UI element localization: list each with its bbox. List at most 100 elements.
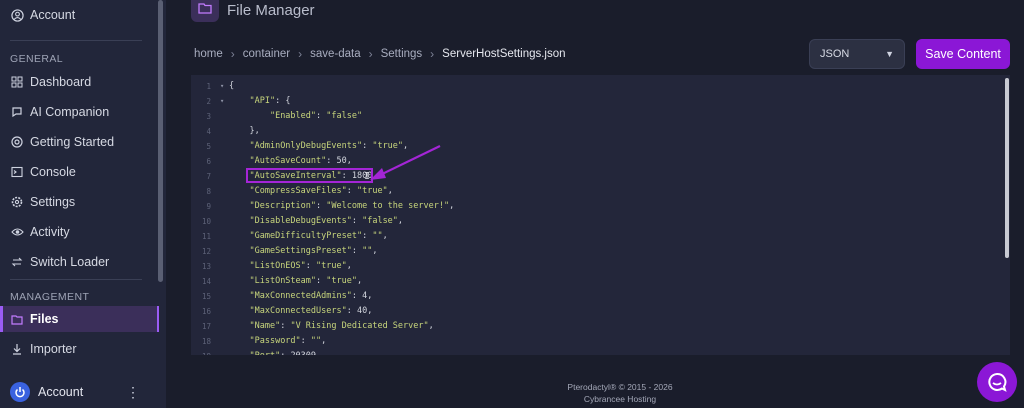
chevron-down-icon: ▼	[885, 49, 894, 59]
chat-support-button[interactable]	[977, 362, 1017, 402]
code-text: "Description": "Welcome to the server!",	[249, 201, 455, 211]
code-text: "GameSettingsPreset": "",	[249, 246, 378, 256]
breadcrumb-item[interactable]: save-data	[310, 48, 361, 60]
code-line[interactable]: 10 "DisableDebugEvents": "false",	[191, 214, 1010, 229]
sidebar-item-label: Getting Started	[30, 135, 115, 149]
mode-select-value: JSON	[820, 48, 850, 60]
footer-copyright: Pterodactyl® © 2015 - 2026	[567, 382, 673, 392]
code-line[interactable]: 2 ▾ "API": {	[191, 94, 1010, 109]
code-line[interactable]: 18 "Password": "",	[191, 334, 1010, 349]
sidebar-divider	[10, 279, 142, 280]
breadcrumb-item[interactable]: container	[243, 48, 290, 60]
code-line[interactable]: 5 "AdminOnlyDebugEvents": "true",	[191, 139, 1010, 154]
code-line[interactable]: 15 "MaxConnectedAdmins": 4,	[191, 289, 1010, 304]
code-line[interactable]: 14 "ListOnSteam": "true",	[191, 274, 1010, 289]
footer: Pterodactyl® © 2015 - 2026 Cybrancee Hos…	[540, 381, 700, 405]
chevron-right-icon: ›	[298, 47, 303, 61]
sidebar-item-label: Activity	[30, 225, 70, 239]
code-line[interactable]: 17 "Name": "V Rising Dedicated Server",	[191, 319, 1010, 334]
code-line[interactable]: 11 "GameDifficultyPreset": "",	[191, 229, 1010, 244]
code-text: "Name": "V Rising Dedicated Server",	[249, 321, 434, 331]
sidebar-scrollbar[interactable]	[158, 0, 163, 282]
line-number: 1	[206, 82, 211, 91]
breadcrumb-item[interactable]: Settings	[381, 48, 423, 60]
sidebar-item-getting-started[interactable]: Getting Started	[10, 131, 114, 153]
line-number: 13	[201, 262, 211, 271]
line-number: 4	[206, 127, 211, 136]
footer-host: Cybrancee Hosting	[583, 394, 657, 404]
sidebar-item-label: Console	[30, 165, 76, 179]
code-text: },	[229, 126, 260, 136]
code-line[interactable]: 16 "MaxConnectedUsers": 40,	[191, 304, 1010, 319]
annotation-arrow-icon	[370, 145, 441, 180]
code-text: "GameDifficultyPreset": "",	[249, 231, 388, 241]
sidebar-item-label: Importer	[30, 342, 77, 356]
fold-toggle-icon[interactable]: ▾	[220, 94, 224, 109]
download-icon	[10, 342, 24, 356]
lifebuoy-icon	[10, 135, 24, 149]
line-number: 2	[206, 97, 211, 106]
line-number: 5	[206, 142, 211, 151]
sidebar-item-importer[interactable]: Importer	[10, 338, 77, 360]
line-number: 6	[206, 157, 211, 166]
grid-icon	[10, 75, 24, 89]
sidebar-item-label: Dashboard	[30, 75, 92, 89]
code-line[interactable]: 9 "Description": "Welcome to the server!…	[191, 199, 1010, 214]
sidebar-item-label: Settings	[30, 195, 76, 209]
line-number: 17	[201, 322, 211, 331]
breadcrumb-item[interactable]: home	[194, 48, 223, 60]
account-menu[interactable]: Account	[10, 381, 83, 403]
code-line[interactable]: 6 "AutoSaveCount": 50,	[191, 154, 1010, 169]
code-text: "ListOnEOS": "true",	[249, 261, 352, 271]
chevron-right-icon: ›	[430, 47, 435, 61]
code-line[interactable]: 8 "CompressSaveFiles": "true",	[191, 184, 1010, 199]
code-text: "API": {	[249, 96, 291, 106]
sidebar-item-settings[interactable]: Settings	[10, 191, 75, 213]
code-text: "Enabled": "false"	[269, 111, 363, 121]
save-content-button[interactable]: Save Content	[916, 39, 1010, 69]
sidebar-item-switch-loader[interactable]: Switch Loader	[10, 251, 109, 273]
code-text: "Password": "",	[249, 336, 327, 346]
eye-icon	[10, 225, 24, 239]
line-number: 8	[206, 187, 211, 196]
line-number: 12	[201, 247, 211, 256]
kebab-menu-icon[interactable]: ⋮	[126, 384, 140, 401]
sidebar-item-dashboard[interactable]: Dashboard	[10, 71, 91, 93]
sidebar-item-account-top[interactable]: Account	[10, 4, 75, 26]
code-line[interactable]: 3 "Enabled": "false"	[191, 109, 1010, 124]
sidebar-item-files[interactable]: Files	[10, 308, 59, 330]
avatar	[10, 382, 30, 402]
code-text: "DisableDebugEvents": "false",	[249, 216, 404, 226]
line-number: 19	[191, 349, 211, 355]
section-heading-general: GENERAL	[10, 53, 63, 65]
sidebar-item-label: Switch Loader	[30, 255, 110, 269]
line-number: 10	[201, 217, 211, 226]
code-line[interactable]: 19 "Port": 20309,	[191, 349, 1010, 355]
code-line[interactable]: 12 "GameSettingsPreset": "",	[191, 244, 1010, 259]
sidebar-item-label: Account	[30, 8, 76, 22]
code-line[interactable]: 1 ▾ {	[191, 79, 1010, 94]
code-text: "AutoSaveCount": 50,	[249, 156, 352, 166]
sidebar-item-console[interactable]: Console	[10, 161, 76, 183]
line-number: 7	[206, 172, 211, 181]
line-number: 16	[201, 307, 211, 316]
chevron-right-icon: ›	[368, 47, 373, 61]
annotation-highlight-box	[246, 168, 373, 183]
chat-bubble-icon	[10, 105, 24, 119]
line-number: 3	[206, 112, 211, 121]
fold-toggle-icon[interactable]: ▾	[220, 79, 224, 94]
chevron-right-icon: ›	[230, 47, 235, 61]
code-line[interactable]: 4 },	[191, 124, 1010, 139]
gear-icon	[10, 195, 24, 209]
sidebar-item-label: AI Companion	[30, 105, 110, 119]
code-line[interactable]: 13 "ListOnEOS": "true",	[191, 259, 1010, 274]
mode-select[interactable]: JSON ▼	[809, 39, 905, 69]
code-text: "ListOnSteam": "true",	[249, 276, 363, 286]
sidebar-item-ai-companion[interactable]: AI Companion	[10, 101, 109, 123]
folder-icon	[10, 312, 24, 326]
sidebar-item-activity[interactable]: Activity	[10, 221, 70, 243]
editor-scrollbar[interactable]	[1005, 78, 1009, 258]
code-editor[interactable]: 1 ▾{2 ▾ "API": {3 "Enabled": "false" 4 }, 5 …	[191, 75, 1010, 355]
code-text: {	[229, 81, 235, 91]
breadcrumb: home › container › save-data › Settings …	[194, 47, 566, 61]
